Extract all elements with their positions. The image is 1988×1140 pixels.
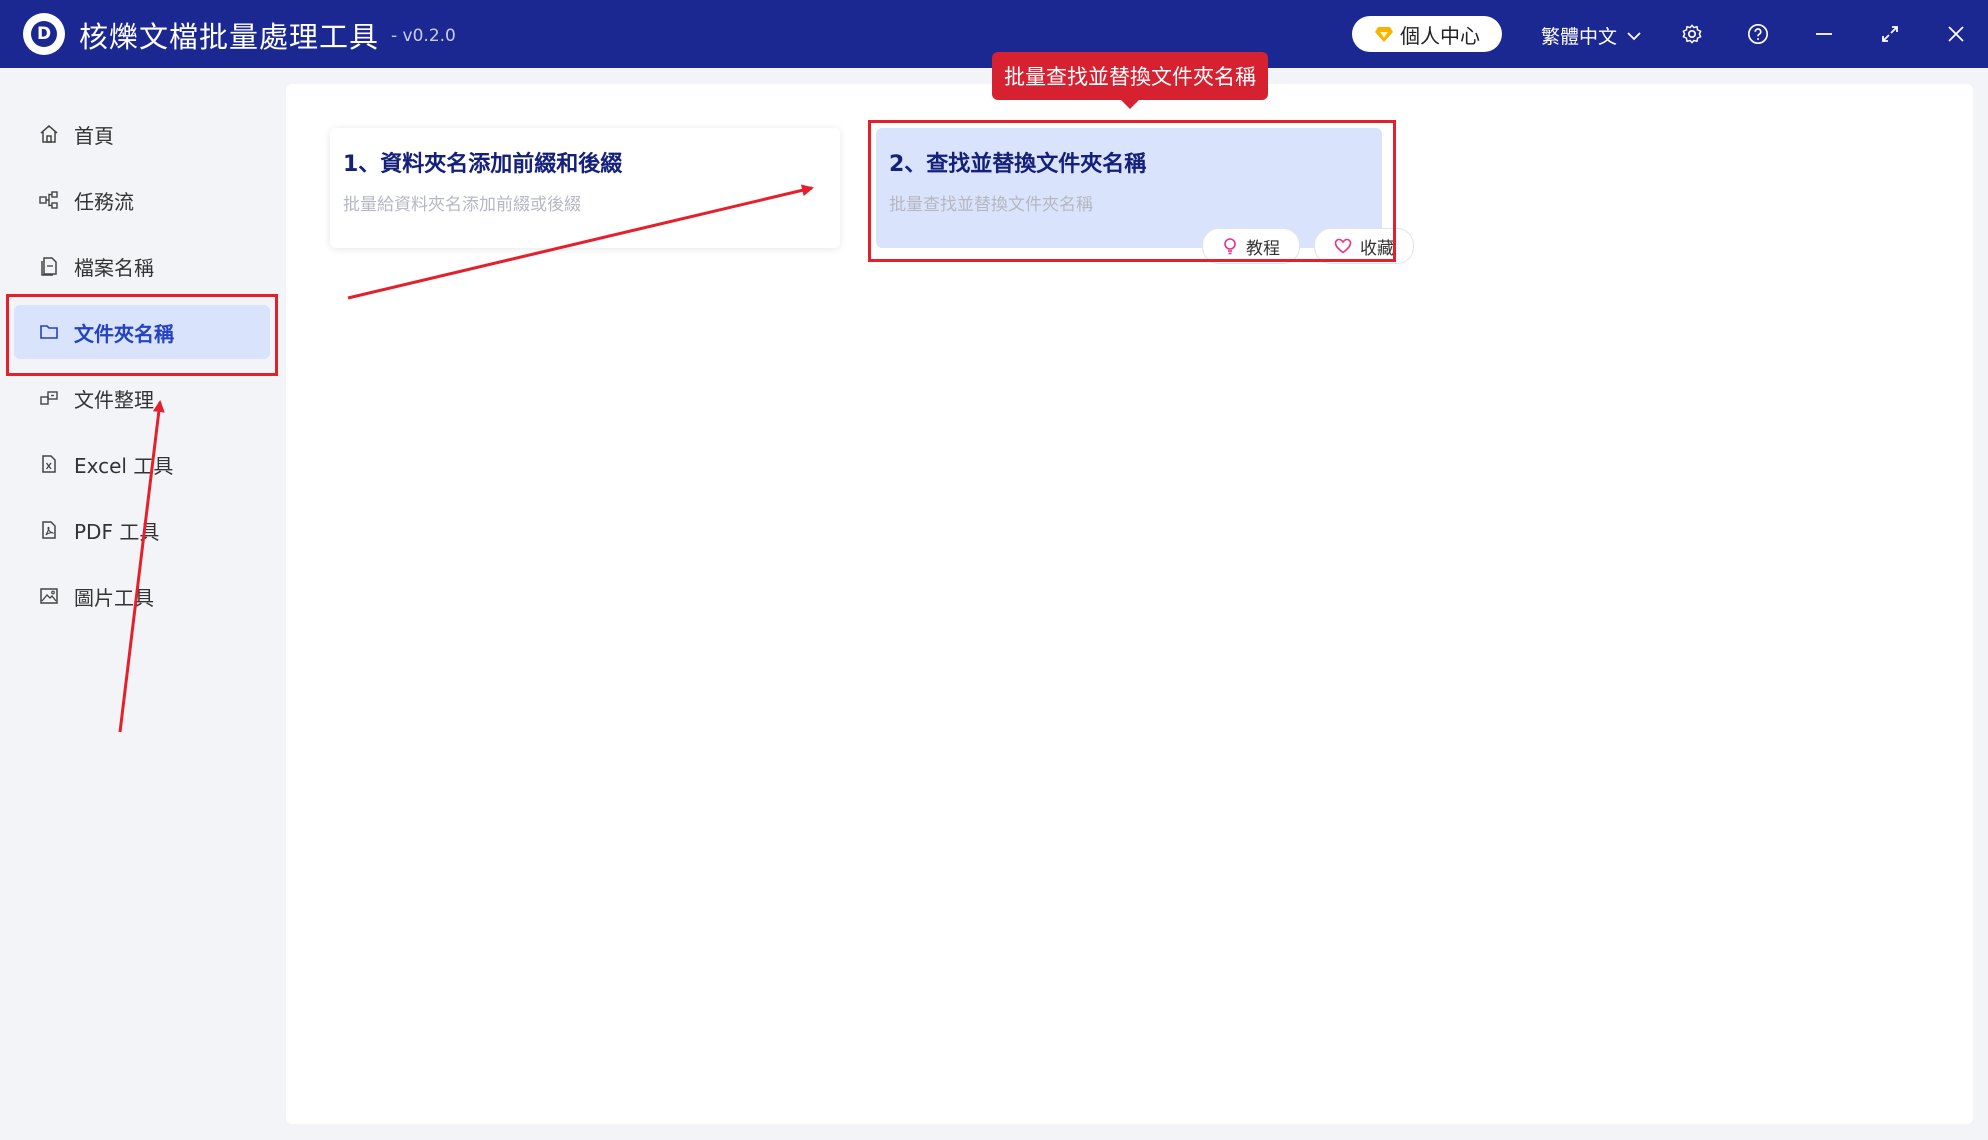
personal-center-label: 個人中心 <box>1400 23 1480 48</box>
sidebar-item-excel-tools[interactable]: Excel 工具 <box>14 437 270 491</box>
sidebar: 首頁 任務流 檔案名稱 文件夾名稱 文件整理 Excel 工具 PDF 工具 圖… <box>0 68 282 1140</box>
sidebar-item-pdf-tools[interactable]: PDF 工具 <box>14 503 270 557</box>
maximize-icon[interactable] <box>1876 20 1904 48</box>
settings-gear-icon[interactable] <box>1678 20 1706 48</box>
sidebar-item-file-name[interactable]: 檔案名稱 <box>14 239 270 293</box>
sidebar-item-image-tools[interactable]: 圖片工具 <box>14 569 270 623</box>
app-title: 核爍文檔批量處理工具 <box>79 20 380 54</box>
excel-icon <box>38 453 60 475</box>
chevron-down-icon <box>1627 31 1641 40</box>
sidebar-item-workflow[interactable]: 任務流 <box>14 173 270 227</box>
sidebar-item-label: 圖片工具 <box>74 585 154 610</box>
highlight-box-sidebar <box>6 294 278 376</box>
card-add-prefix-suffix[interactable]: 1、資料夾名添加前綴和後綴 批量給資料夾名添加前綴或後綴 <box>330 128 840 248</box>
organize-icon <box>38 387 60 409</box>
annotation-tooltip-label: 批量查找並替換文件夾名稱 <box>1004 65 1256 89</box>
pdf-icon <box>38 519 60 541</box>
help-icon[interactable] <box>1744 20 1772 48</box>
sidebar-item-file-organize[interactable]: 文件整理 <box>14 371 270 425</box>
sidebar-item-label: 檔案名稱 <box>74 255 154 280</box>
sidebar-item-label: 任務流 <box>74 189 134 214</box>
annotation-tooltip: 批量查找並替換文件夾名稱 <box>992 52 1268 109</box>
language-label: 繁體中文 <box>1541 26 1618 48</box>
language-select[interactable]: 繁體中文 <box>1541 22 1641 49</box>
app-logo-icon: D <box>23 13 65 55</box>
sidebar-item-home[interactable]: 首頁 <box>14 107 270 161</box>
file-icon <box>38 255 60 277</box>
card-description: 批量給資料夾名添加前綴或後綴 <box>343 195 581 215</box>
image-icon <box>38 585 60 607</box>
sidebar-item-label: 文件整理 <box>74 387 154 412</box>
sidebar-item-label: PDF 工具 <box>74 519 160 544</box>
highlight-box-card <box>868 120 1396 262</box>
app-version: - v0.2.0 <box>391 26 456 46</box>
close-icon[interactable] <box>1942 20 1970 48</box>
minimize-icon[interactable] <box>1810 20 1838 48</box>
sidebar-item-label: Excel 工具 <box>74 453 174 478</box>
workflow-icon <box>38 189 60 211</box>
sidebar-item-label: 首頁 <box>74 123 114 148</box>
card-title: 1、資料夾名添加前綴和後綴 <box>343 152 623 177</box>
personal-center-button[interactable]: 個人中心 <box>1352 16 1502 52</box>
vip-diamond-icon <box>1375 27 1393 42</box>
home-icon <box>38 123 60 145</box>
